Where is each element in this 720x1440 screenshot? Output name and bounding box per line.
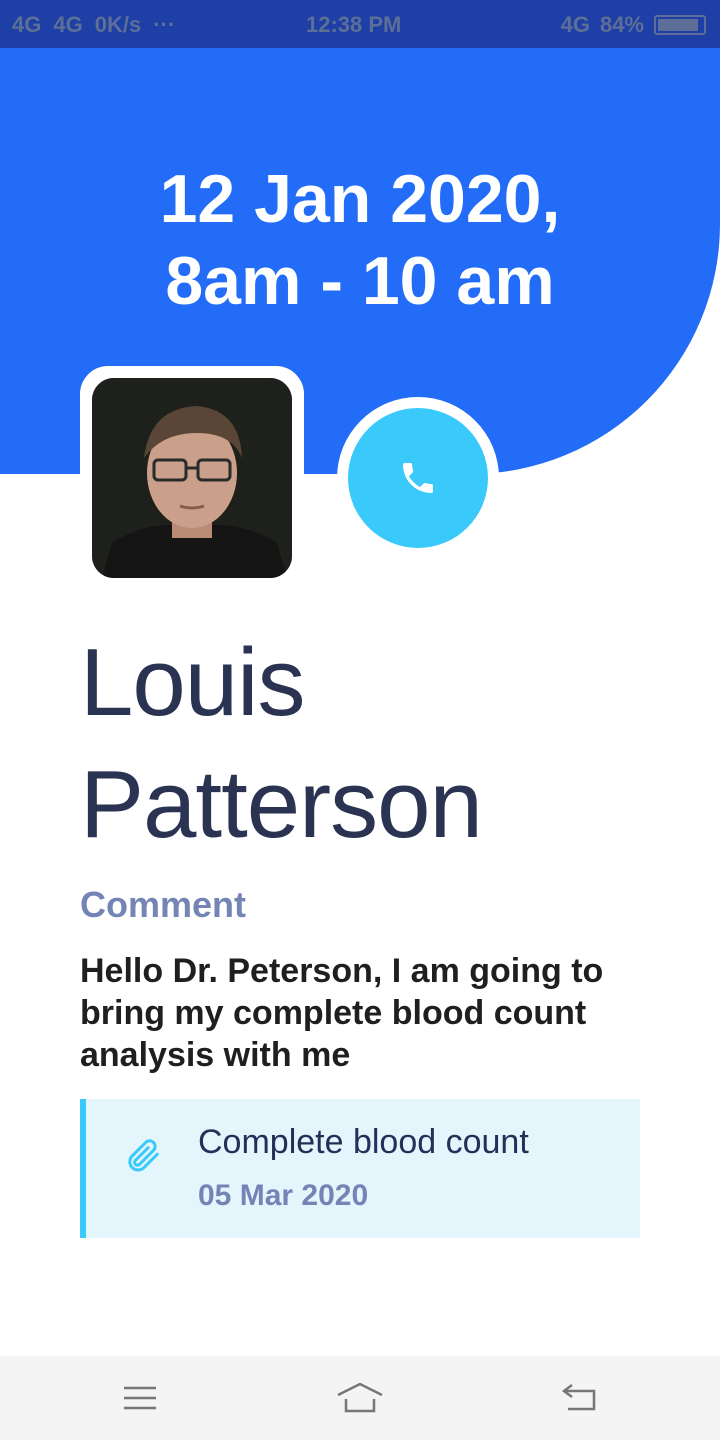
phone-icon xyxy=(403,463,433,493)
paperclip-icon xyxy=(128,1139,159,1172)
status-right: 4G 84% xyxy=(561,12,706,38)
data-speed: 0K/s xyxy=(94,12,142,37)
avatar xyxy=(92,378,292,578)
signal-2: 4G xyxy=(53,12,83,37)
appointment-time: 8am - 10 am xyxy=(165,243,555,319)
status-bar: 4G 4G 0K/s ··· 12:38 PM 4G 84% xyxy=(0,0,720,48)
back-button[interactable] xyxy=(520,1356,640,1440)
home-icon xyxy=(337,1382,383,1413)
more-icon: ··· xyxy=(153,12,176,37)
call-button-ring xyxy=(337,397,499,559)
comment-label: Comment xyxy=(80,884,247,925)
call-button[interactable] xyxy=(348,408,488,548)
attachment-date: 05 Mar 2020 xyxy=(198,1179,369,1212)
comment-text: Hello Dr. Peterson, I am going to bring … xyxy=(80,952,604,1074)
avatar-frame xyxy=(80,366,304,590)
battery-icon xyxy=(654,15,706,35)
network-label: 4G xyxy=(560,12,590,37)
menu-icon xyxy=(124,1386,156,1410)
navigation-bar xyxy=(0,1356,720,1440)
menu-button[interactable] xyxy=(80,1356,200,1440)
appointment-date: 12 Jan 2020, xyxy=(159,161,561,237)
battery-percent: 84% xyxy=(599,12,644,37)
patient-last-name: Patterson xyxy=(80,751,483,858)
attachment-card[interactable]: Complete blood count 05 Mar 2020 xyxy=(80,1099,640,1238)
signal-1: 4G xyxy=(12,12,42,37)
avatar-photo-icon xyxy=(92,378,292,578)
back-icon xyxy=(561,1384,596,1411)
attachment-title: Complete blood count xyxy=(198,1123,529,1161)
patient-name: Louis Patterson xyxy=(80,622,483,866)
home-button[interactable] xyxy=(300,1356,420,1440)
appointment-datetime: 12 Jan 2020, 8am - 10 am xyxy=(0,158,720,322)
status-time: 12:38 PM xyxy=(306,12,402,37)
status-left: 4G 4G 0K/s ··· xyxy=(12,12,175,38)
patient-first-name: Louis xyxy=(80,629,305,736)
